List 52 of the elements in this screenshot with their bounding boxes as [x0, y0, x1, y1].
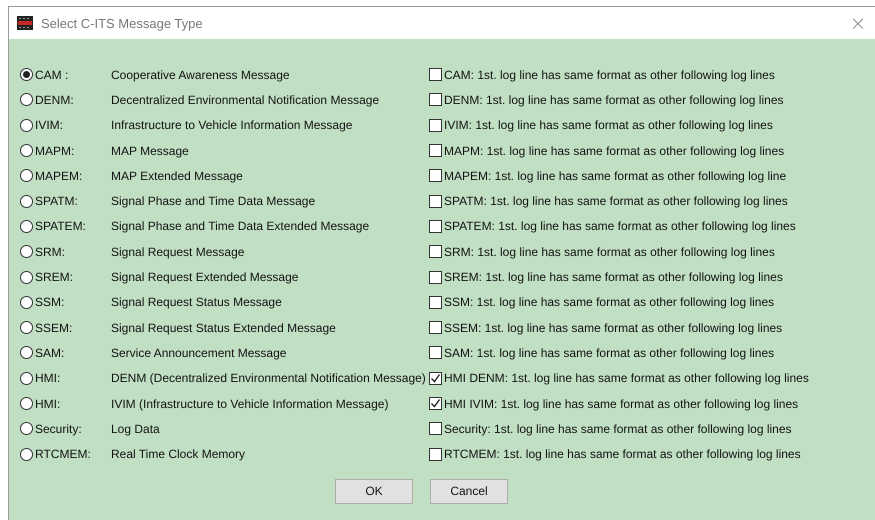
ok-button[interactable]: OK: [335, 478, 413, 504]
message-code: HMI:: [35, 396, 62, 410]
checkbox-label: SPATEM: 1st. log line has same format as other following log lines: [444, 219, 796, 234]
message-description: IVIM (Infrastructure to Vehicle Information Message): [111, 396, 388, 410]
message-code: SREM:: [35, 270, 74, 284]
message-description: Decentralized Environmental Notification Message: [111, 92, 380, 107]
message-description: Real Time Clock Memory: [111, 447, 246, 462]
message-description: Cooperative Awareness Message: [111, 68, 290, 82]
checkbox-label: Security: 1st. log line has same format as other following log lines: [444, 422, 792, 436]
checkbox-label: MAPEM: 1st. log line has same format as other following log line: [444, 168, 786, 183]
message-description: Signal Request Status Extended Message: [111, 320, 336, 335]
message-description: Infrastructure to Vehicle Information Message: [111, 118, 352, 132]
message-code: MAPEM:: [35, 168, 84, 183]
message-code: IVIM:: [35, 118, 64, 132]
close-button[interactable]: ×: [843, 11, 873, 35]
checkbox-label: CAM: 1st. log line has same format as other following log lines: [444, 68, 775, 82]
checkbox-label: IVIM: 1st. log line has same format as other following log lines: [444, 118, 773, 132]
message-code: Security:: [35, 422, 83, 436]
message-description: MAP Message: [111, 144, 189, 158]
message-description: Signal Request Message: [111, 244, 244, 259]
message-code: SPATM:: [35, 194, 79, 208]
message-code: HMI:: [35, 371, 62, 386]
message-code: CAM :: [35, 68, 70, 82]
message-description: DENM (Decentralized Environmental Notification Message): [111, 371, 426, 386]
message-description: Service Announcement Message: [111, 346, 286, 360]
checkbox-label: SAM: 1st. log line has same format as other following log lines: [444, 346, 774, 360]
message-code: SAM:: [35, 346, 66, 360]
message-description: Signal Phase and Time Data Extended Message: [111, 219, 370, 234]
message-description: MAP Extended Message: [111, 168, 243, 183]
checkbox-label: DENM: 1st. log line has same format as other following log lines: [444, 92, 784, 107]
checkbox-label: SRM: 1st. log line has same format as other following log lines: [444, 244, 775, 259]
cancel-button[interactable]: Cancel: [430, 478, 508, 504]
message-code: MAPM:: [35, 144, 76, 158]
message-code: SSM:: [35, 295, 66, 310]
window-title: Select C-ITS Message Type: [41, 16, 204, 30]
message-code: SPATEM:: [35, 219, 87, 234]
checkbox-label: HMI IVIM: 1st. log line has same format as other following log lines: [444, 396, 798, 410]
checkbox-label: HMI DENM: 1st. log line has same format as other following log lines: [444, 371, 809, 386]
message-description: Signal Request Extended Message: [111, 270, 298, 284]
checkbox-label: SSEM: 1st. log line has same format as other following log lines: [444, 320, 782, 335]
message-code: SRM:: [35, 244, 66, 259]
checkbox-label: MAPM: 1st. log line has same format as other following log lines: [444, 144, 784, 158]
checkbox-label: SSM: 1st. log line has same format as other following log lines: [444, 295, 774, 310]
checkbox-label: SPATM: 1st. log line has same format as other following log lines: [444, 194, 788, 208]
message-description: Signal Request Status Message: [111, 295, 282, 310]
message-description: Signal Phase and Time Data Message: [111, 194, 316, 208]
message-code: SSEM:: [35, 320, 74, 335]
checkbox-label: SREM: 1st. log line has same format as other following log lines: [444, 270, 783, 284]
checkbox-label: RTCMEM: 1st. log line has same format as other following log lines: [444, 447, 801, 462]
message-description: Log Data: [111, 422, 160, 436]
message-code: DENM:: [35, 92, 75, 107]
message-code: RTCMEM:: [35, 447, 92, 462]
